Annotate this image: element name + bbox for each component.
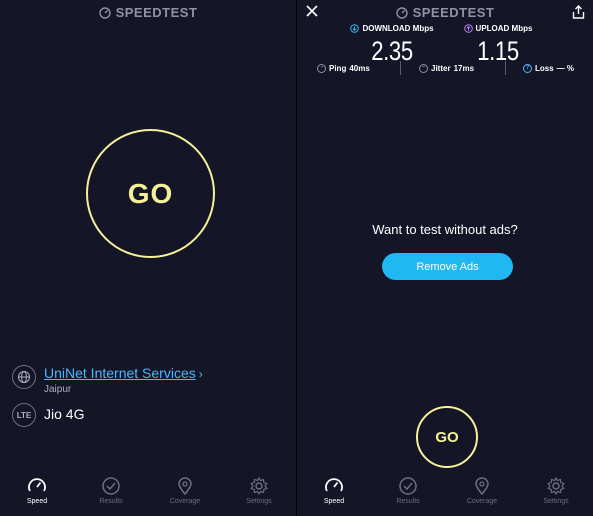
provider-location: Jaipur	[44, 384, 72, 395]
provider-name-link[interactable]: UniNet Internet Services	[44, 365, 196, 381]
nav-label: Speed	[323, 498, 345, 505]
nav-label: Results	[396, 498, 420, 505]
nav-item-results[interactable]: Results	[371, 472, 445, 516]
nav-label: Settings	[543, 498, 569, 505]
connection-row: LTE Jio 4G	[12, 403, 84, 427]
checkmark-circle-icon	[399, 477, 417, 495]
bottom-nav: Speed Results Coverage Settings	[0, 472, 296, 516]
nav-item-results[interactable]: Results	[74, 472, 148, 516]
remove-ads-button[interactable]: Remove Ads	[382, 253, 513, 280]
bottom-nav: Speed Results Coverage Settings	[297, 472, 593, 516]
ads-prompt: Want to test without ads?	[372, 222, 518, 237]
checkmark-circle-icon	[102, 477, 120, 495]
speedtest-logo-icon	[98, 6, 111, 19]
nav-item-coverage[interactable]: Coverage	[148, 472, 222, 516]
lte-badge: LTE	[12, 403, 36, 427]
go-label: GO	[127, 177, 174, 209]
upload-arrow-icon	[463, 24, 473, 33]
nav-label: Results	[99, 498, 123, 505]
jitter-value: 17ms	[453, 63, 475, 73]
map-pin-icon	[475, 477, 489, 496]
provider-row[interactable]: UniNet Internet Services › Jaipur	[12, 365, 203, 395]
app-title: SPEEDTEST	[0, 5, 296, 20]
loss-label: Loss	[535, 63, 554, 73]
nav-item-settings[interactable]: Settings	[222, 472, 296, 516]
gear-icon	[547, 476, 565, 496]
speedometer-icon	[325, 478, 343, 492]
jitter-stat: ~ Jitter 17ms	[419, 63, 475, 73]
nav-item-speed[interactable]: Speed	[0, 472, 74, 516]
upload-label: UPLOAD Mbps	[443, 24, 553, 33]
app-title: SPEEDTEST	[297, 5, 593, 20]
share-icon	[572, 5, 585, 19]
ping-label: Ping	[329, 63, 347, 73]
app-title-text: SPEEDTEST	[412, 5, 495, 20]
speedtest-home-screen: SPEEDTEST GO UniNet Internet Services › J…	[0, 0, 296, 516]
nav-label: Coverage	[466, 498, 498, 505]
app-title-text: SPEEDTEST	[115, 5, 198, 20]
nav-label: Settings	[246, 498, 272, 505]
download-value: 2.35	[371, 36, 413, 66]
go-label: GO	[435, 428, 459, 446]
divider	[505, 61, 506, 75]
speedtest-logo-icon	[395, 6, 408, 19]
ping-icon: ◔	[317, 63, 326, 73]
upload-value: 1.15	[477, 36, 519, 66]
upload-label-text: UPLOAD Mbps	[475, 24, 533, 33]
download-arrow-icon	[350, 24, 360, 33]
ping-value: 40ms	[349, 63, 370, 73]
go-button[interactable]: GO	[416, 406, 478, 468]
nav-item-settings[interactable]: Settings	[519, 472, 593, 516]
nav-item-coverage[interactable]: Coverage	[445, 472, 519, 516]
nav-label: Coverage	[169, 498, 201, 505]
go-button[interactable]: GO	[86, 129, 215, 258]
ping-stat: ◔ Ping 40ms	[317, 63, 370, 73]
nav-label: Speed	[26, 498, 48, 505]
download-metric: DOWNLOAD Mbps 2.35	[337, 24, 447, 67]
globe-icon	[12, 365, 36, 389]
gear-icon	[250, 476, 268, 496]
download-label: DOWNLOAD Mbps	[337, 24, 447, 33]
upload-metric: UPLOAD Mbps 1.15	[443, 24, 553, 67]
loss-stat: ? Loss — %	[523, 63, 575, 73]
divider	[400, 61, 401, 75]
nav-item-speed[interactable]: Speed	[297, 472, 371, 516]
help-icon[interactable]: ?	[523, 63, 532, 73]
speedtest-result-screen: SPEEDTEST DOWNLOAD Mbps 2.35 UPLOAD Mbps…	[297, 0, 593, 516]
jitter-label: Jitter	[431, 63, 451, 73]
speedometer-icon	[28, 478, 46, 492]
map-pin-icon	[178, 477, 192, 496]
jitter-icon: ~	[419, 63, 428, 73]
download-label-text: DOWNLOAD Mbps	[362, 24, 434, 33]
loss-value: — %	[556, 63, 575, 73]
network-name: Jio 4G	[44, 406, 85, 422]
chevron-right-icon: ›	[198, 367, 203, 381]
share-button[interactable]	[572, 5, 585, 24]
